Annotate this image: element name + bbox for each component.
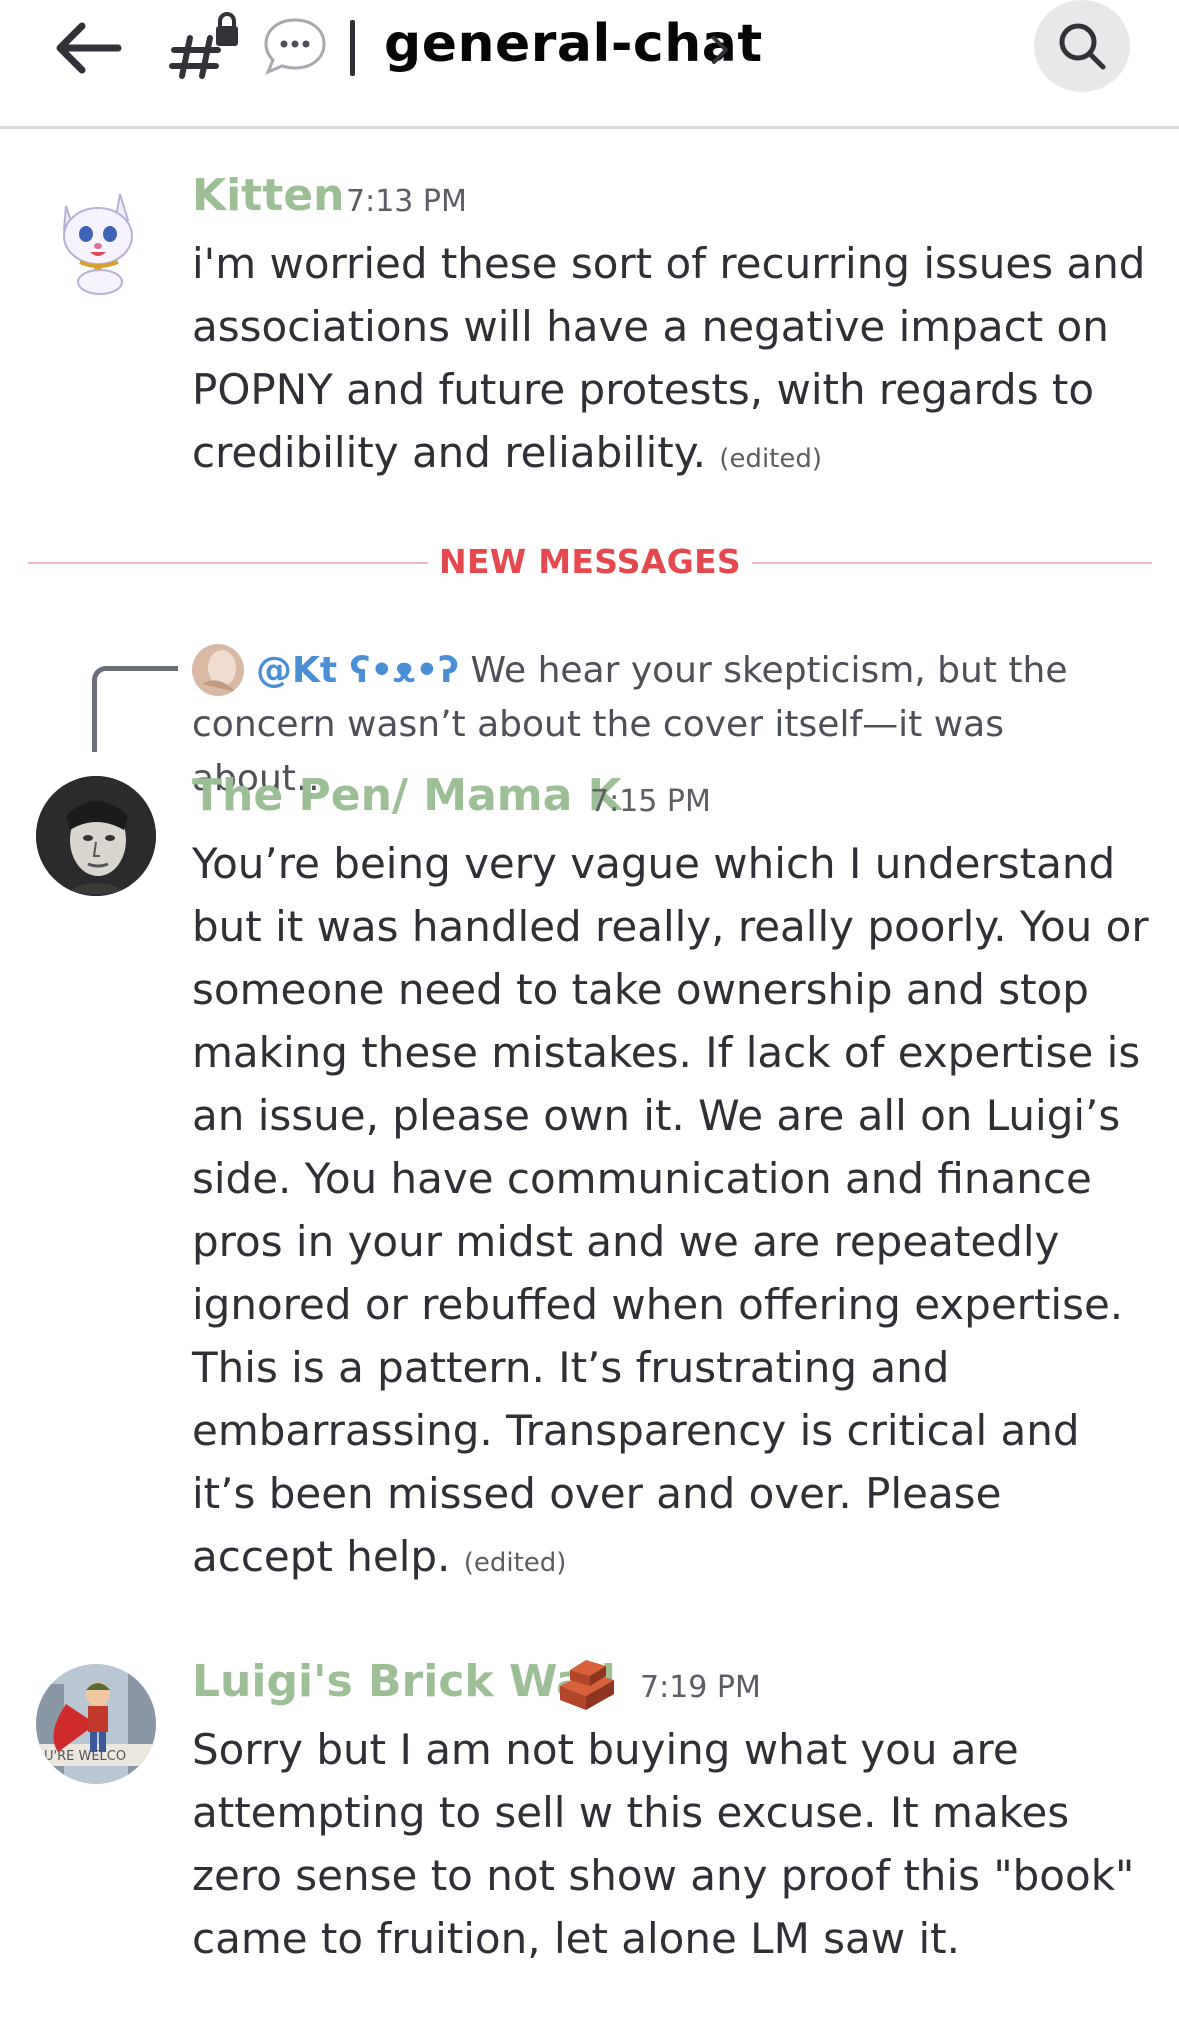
avatar[interactable]: [36, 176, 156, 296]
timestamp: 7:13 PM: [346, 184, 467, 219]
new-messages-line-left: [28, 562, 428, 564]
username[interactable]: The Pen/ Mama K: [192, 770, 622, 821]
new-messages-divider: NEW MESSAGES: [438, 542, 742, 581]
header-divider: [350, 20, 355, 76]
message-body: You’re being very vague which I understa…: [192, 839, 1149, 1581]
back-arrow-icon[interactable]: [52, 20, 122, 76]
search-button[interactable]: [1034, 0, 1130, 92]
superhero-avatar-icon: U'RE WELCO: [36, 1664, 156, 1784]
chevron-right-icon[interactable]: [706, 30, 734, 70]
edited-label: (edited): [463, 1548, 567, 1578]
username[interactable]: Kitten: [192, 170, 344, 221]
new-messages-line-right: [752, 562, 1152, 564]
thread-bubble-icon[interactable]: [262, 16, 328, 76]
portrait-avatar-icon: [36, 776, 156, 896]
reply-mention[interactable]: @Kt ʕ•ᴥ•ʔ: [256, 650, 459, 691]
message-text: Sorry but I am not buying what you are a…: [192, 1725, 1135, 1963]
timestamp: 7:19 PM: [640, 1670, 761, 1705]
locked-channel-icon: [169, 12, 238, 79]
message-text: You’re being very vague which I understa…: [192, 832, 1152, 1595]
svg-text:U'RE WELCO: U'RE WELCO: [44, 1749, 126, 1764]
message-text: i'm worried these sort of recurring issu…: [192, 232, 1152, 491]
brick-icon: [560, 1660, 614, 1710]
channel-header: general-chat: [0, 0, 1179, 129]
edited-label: (edited): [719, 444, 823, 474]
avatar[interactable]: U'RE WELCO: [36, 1664, 156, 1784]
reply-connector: [92, 666, 178, 752]
message-body: i'm worried these sort of recurring issu…: [192, 239, 1146, 477]
username[interactable]: Luigi's Brick Wall: [192, 1656, 616, 1707]
search-icon: [1059, 23, 1106, 70]
cat-avatar-icon: [36, 176, 156, 296]
timestamp: 7:15 PM: [590, 784, 711, 819]
avatar[interactable]: [36, 776, 156, 896]
